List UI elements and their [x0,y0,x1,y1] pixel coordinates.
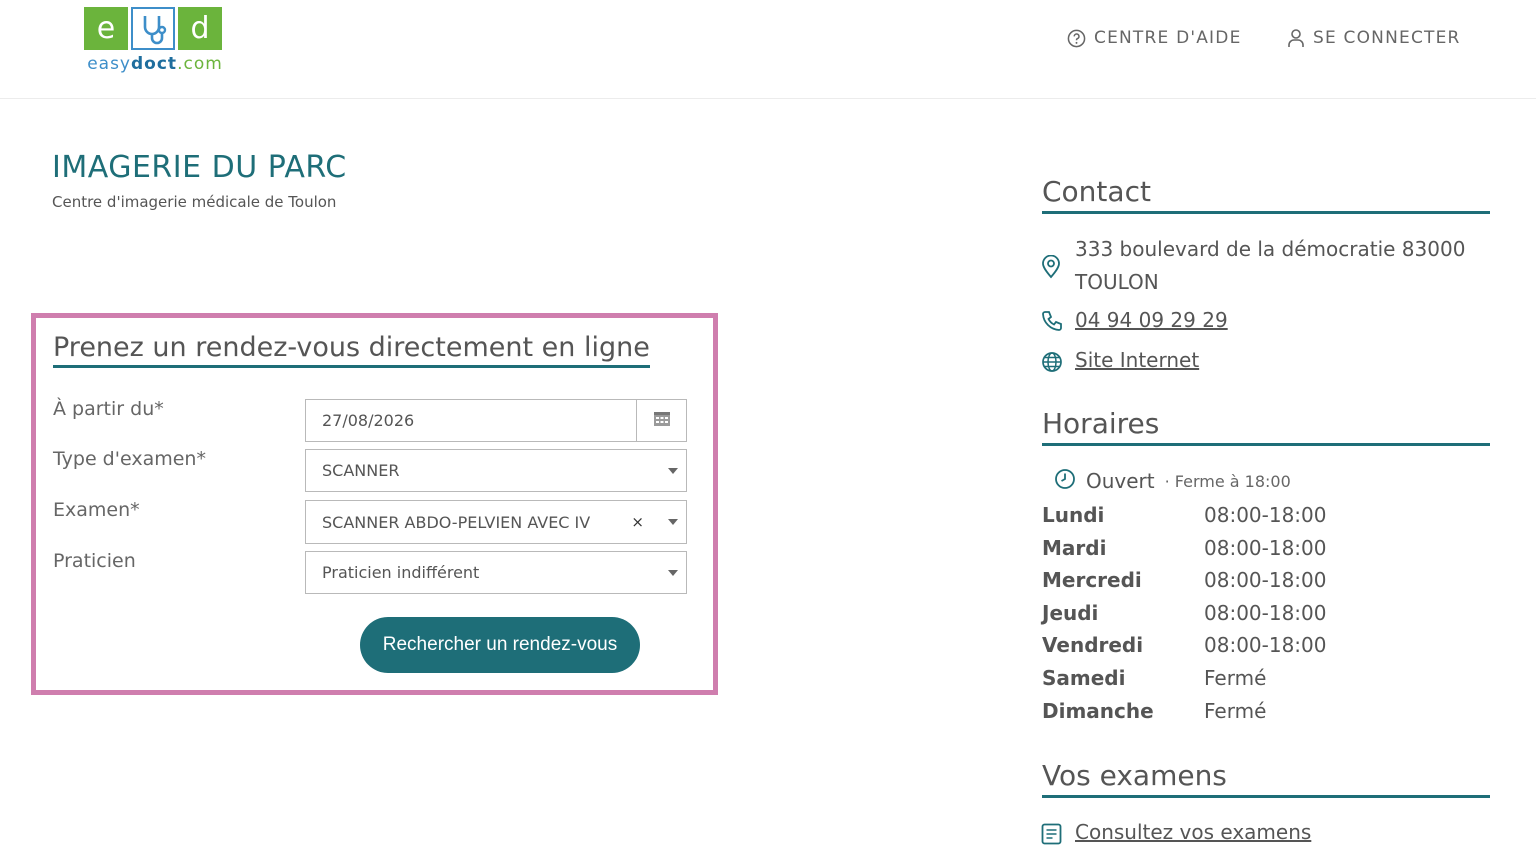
clock-icon [1054,468,1076,494]
search-appointment-button[interactable]: Rechercher un rendez-vous [360,617,640,673]
address-line-1: 333 boulevard de la démocratie 83000 [1075,237,1466,261]
date-field[interactable]: 27/08/2026 [305,399,687,442]
help-center-link[interactable]: CENTRE D'AIDE [1067,28,1242,48]
hours-title: Horaires [1042,407,1490,446]
day-label: Lundi [1042,503,1105,527]
chevron-down-icon [668,467,678,474]
easydoct-logo[interactable]: e d easydoct.com [84,7,226,74]
practitioner-select[interactable]: Praticien indifférent [305,551,687,594]
exam-type-select[interactable]: SCANNER [305,449,687,492]
exam-value: SCANNER ABDO-PELVIEN AVEC IV [322,512,591,532]
open-status-label: Ouvert [1086,469,1155,493]
calendar-icon [653,410,671,431]
day-hours: 08:00-18:00 [1204,568,1327,592]
booking-title: Prenez un rendez-vous directement en lig… [53,332,650,368]
help-circle-icon [1067,29,1086,48]
stethoscope-icon [131,7,175,50]
clear-selection-icon[interactable]: × [631,513,644,531]
view-exams-link[interactable]: Consultez vos examens [1075,816,1311,849]
day-hours: 08:00-18:00 [1204,536,1327,560]
globe-icon [1041,351,1063,377]
phone-icon [1041,310,1063,336]
logo-word-com: .com [177,54,223,74]
open-status: Ouvert · Ferme à 18:00 [1054,468,1291,494]
login-label: SE CONNECTER [1313,28,1461,48]
day-label: Jeudi [1042,601,1099,625]
exam-type-label: Type d'examen* [53,448,206,470]
chevron-down-icon [668,569,678,576]
closing-time: · Ferme à 18:00 [1164,471,1291,491]
help-center-label: CENTRE D'AIDE [1094,28,1242,48]
day-label: Mardi [1042,536,1107,560]
site-header: e d easydoct.com CENTRE D'AIDE SE CONNEC… [0,0,1536,99]
date-value: 27/08/2026 [322,411,415,430]
chevron-down-icon [668,519,678,525]
day-hours: 08:00-18:00 [1204,601,1327,625]
practitioner-value: Praticien indifférent [322,563,480,582]
map-pin-icon [1041,254,1061,283]
logo-wordmark: easydoct.com [84,54,226,74]
phone-link[interactable]: 04 94 09 29 29 [1075,304,1228,337]
date-label: À partir du* [53,398,164,420]
logo-word-easy: easy [87,54,131,74]
logo-tiles: e d [84,7,226,50]
day-label: Samedi [1042,666,1126,690]
day-hours: Fermé [1204,666,1267,690]
logo-tile-d: d [178,7,222,50]
day-hours: 08:00-18:00 [1204,633,1327,657]
exam-label: Examen* [53,499,140,521]
website-link[interactable]: Site Internet [1075,344,1199,377]
exams-title: Vos examens [1042,759,1490,798]
user-icon [1287,28,1305,48]
page-subtitle: Centre d'imagerie médicale de Toulon [52,193,337,211]
exam-select[interactable]: SCANNER ABDO-PELVIEN AVEC IV × [305,500,687,544]
logo-tile-e: e [84,7,128,50]
page-title: IMAGERIE DU PARC [52,150,347,185]
practitioner-label: Praticien [53,550,136,572]
calendar-button[interactable] [636,400,686,441]
day-hours: Fermé [1204,699,1267,723]
day-hours: 08:00-18:00 [1204,503,1327,527]
login-link[interactable]: SE CONNECTER [1287,28,1461,48]
logo-word-doct: doct [131,54,178,74]
day-label: Dimanche [1042,699,1154,723]
address-line-2: TOULON [1075,270,1159,294]
day-label: Vendredi [1042,633,1144,657]
exam-type-value: SCANNER [322,461,400,480]
day-label: Mercredi [1042,568,1142,592]
contact-title: Contact [1042,175,1490,214]
booking-panel: Prenez un rendez-vous directement en lig… [31,313,718,695]
document-icon [1041,823,1062,849]
